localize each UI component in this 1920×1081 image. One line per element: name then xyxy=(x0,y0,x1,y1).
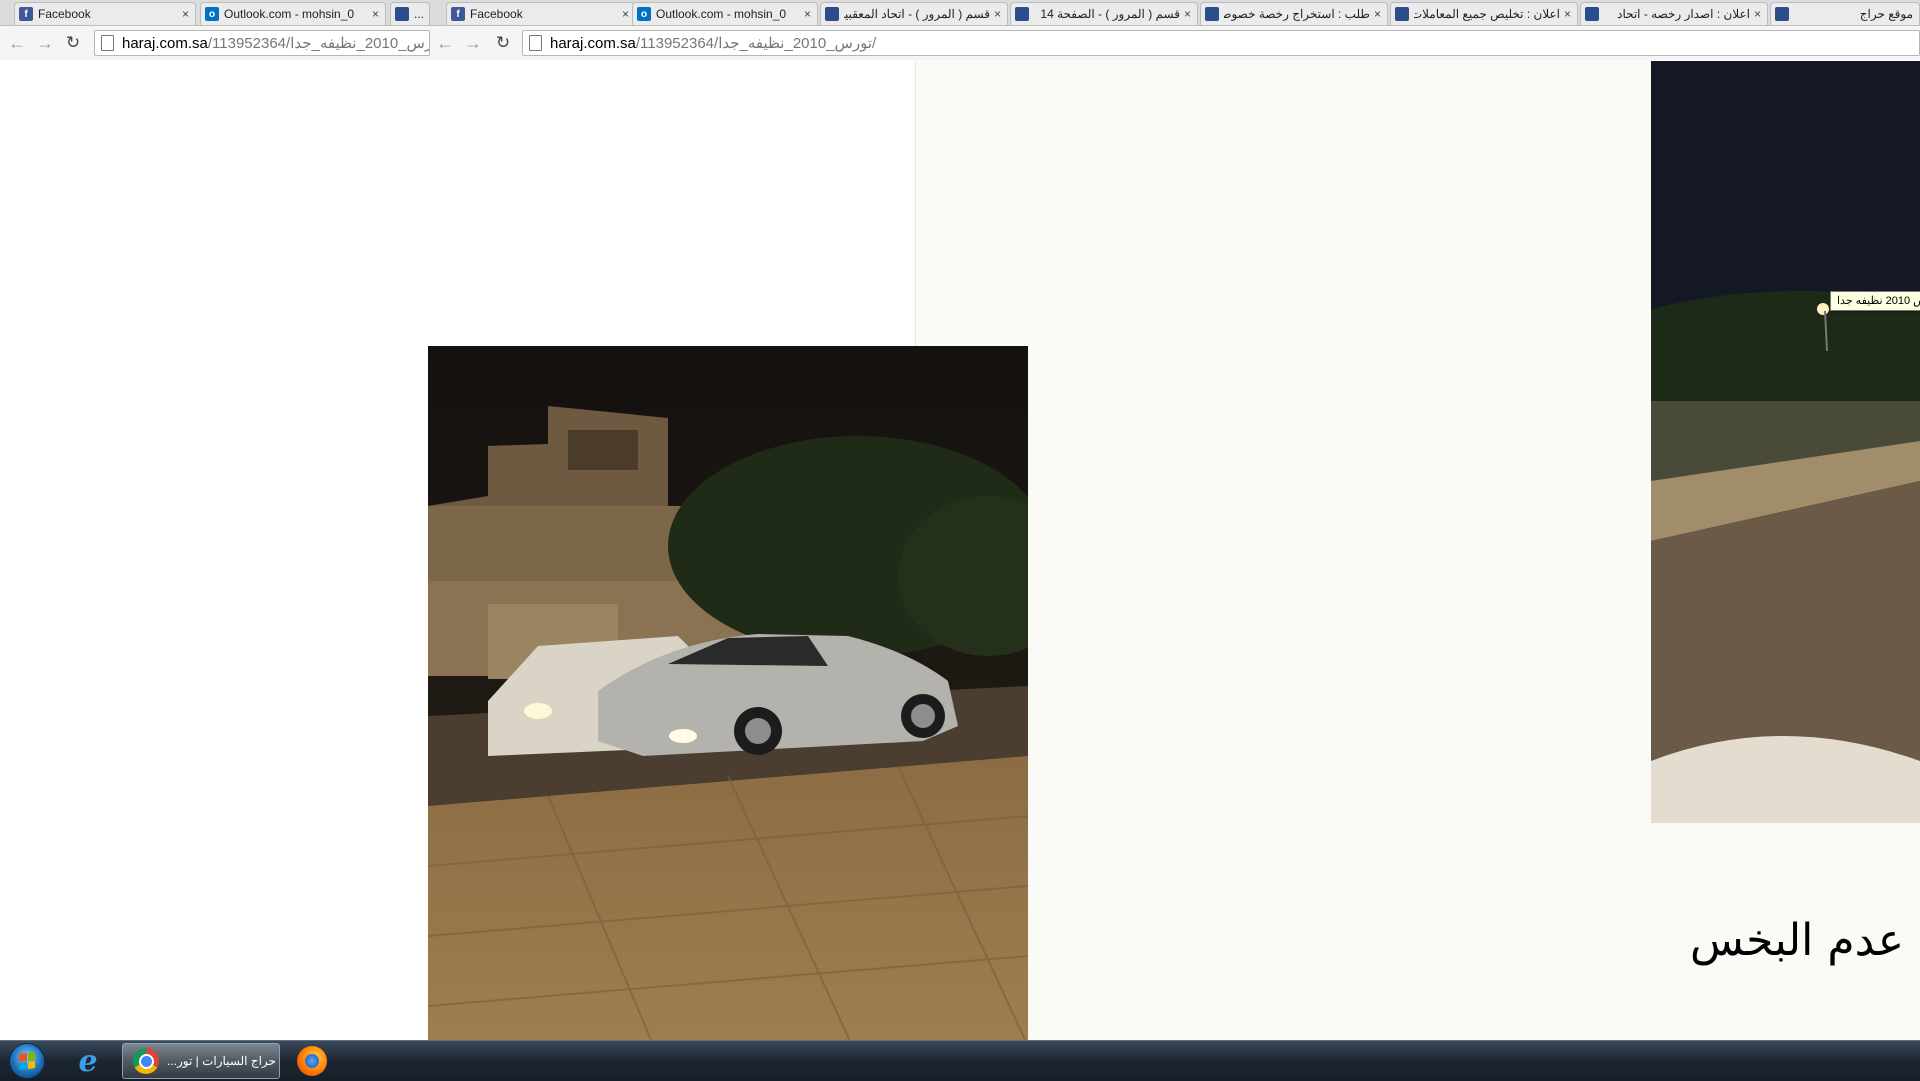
tab-strip: f Facebook × o Outlook.com - mohsin_0 × … xyxy=(430,0,1920,26)
url-host: haraj.com.sa xyxy=(550,34,636,52)
tab-haraj[interactable]: ... xyxy=(390,2,430,25)
start-button[interactable] xyxy=(4,1043,50,1079)
car-photo-main[interactable] xyxy=(428,346,1028,1080)
url-path: /113952364/تورس_2010_نظيفه_جدا/ xyxy=(635,35,877,52)
reload-icon[interactable]: ↻ xyxy=(492,32,514,54)
haraj-icon xyxy=(395,7,409,21)
close-icon[interactable]: × xyxy=(994,7,1001,21)
image-title-tooltip: تورس 2010 نظيفه جدا xyxy=(1830,291,1920,311)
toolbar: ← → ↻ haraj.com.sa /113952364/تورس_2010_… xyxy=(430,26,1920,60)
url-path: /113952364/تورس_2010_نظيفه_جدا/ xyxy=(207,35,430,52)
tab-title: اعلان : تخليص جميع المعاملات xyxy=(1414,7,1560,21)
haraj-icon xyxy=(1395,7,1409,21)
tab-title: موقع حراج xyxy=(1859,7,1913,21)
tab-outlook[interactable]: o Outlook.com - mohsin_0 × xyxy=(632,2,818,25)
tab-title: Facebook xyxy=(470,7,523,21)
tab-facebook[interactable]: f Facebook × xyxy=(446,2,636,25)
page-icon xyxy=(101,35,114,51)
tab-title: اعلان : اصدار رخصه - اتحاد xyxy=(1617,7,1750,21)
chrome-icon xyxy=(133,1048,159,1074)
tab-traffic-section[interactable]: قسم ( المرور ) - اتحاد المعقبين × xyxy=(820,2,1008,25)
outlook-icon: o xyxy=(205,7,219,21)
tab-outlook[interactable]: o Outlook.com - mohsin_0 × xyxy=(200,2,386,25)
close-icon[interactable]: × xyxy=(372,7,379,21)
tab-license-issue-ad[interactable]: اعلان : اصدار رخصه - اتحاد × xyxy=(1580,2,1768,25)
haraj-icon xyxy=(1775,7,1789,21)
haraj-icon xyxy=(1205,7,1219,21)
tab-strip: f Facebook × o Outlook.com - mohsin_0 × … xyxy=(0,0,430,26)
haraj-icon xyxy=(1585,7,1599,21)
reload-icon[interactable]: ↻ xyxy=(62,32,84,54)
tab-title: Facebook xyxy=(38,7,91,21)
outlook-icon: o xyxy=(637,7,651,21)
internet-explorer-icon[interactable]: e xyxy=(66,1043,110,1079)
facebook-icon: f xyxy=(19,7,33,21)
car-photo-side[interactable] xyxy=(1651,61,1920,823)
address-bar[interactable]: haraj.com.sa /113952364/تورس_2010_نظيفه_… xyxy=(94,30,430,56)
tab-title: Outlook.com - mohsin_0 xyxy=(224,7,355,21)
firefox-icon[interactable] xyxy=(292,1043,332,1079)
back-arrow-icon[interactable]: ← xyxy=(6,32,28,54)
close-icon[interactable]: × xyxy=(1184,7,1191,21)
forward-arrow-icon[interactable]: → xyxy=(34,32,56,54)
tab-title: قسم ( المرور ) - اتحاد المعقبين xyxy=(844,7,990,21)
close-icon[interactable]: × xyxy=(1564,7,1571,21)
close-icon[interactable]: × xyxy=(1374,7,1381,21)
close-icon[interactable]: × xyxy=(1754,7,1761,21)
browser-window-back: f Facebook × o Outlook.com - mohsin_0 × … xyxy=(0,0,431,60)
start-orb-icon xyxy=(9,1043,45,1079)
windows-taskbar: e حراج السيارات | تور... xyxy=(0,1040,1920,1081)
tab-title: قسم ( المرور ) - الصفحة 14 xyxy=(1040,7,1180,21)
haraj-icon xyxy=(825,7,839,21)
forward-arrow-icon[interactable]: → xyxy=(462,32,484,54)
close-icon[interactable]: × xyxy=(182,7,189,21)
tab-title: ... xyxy=(414,7,423,21)
tab-title: Outlook.com - mohsin_0 xyxy=(656,7,787,21)
url-host: haraj.com.sa xyxy=(122,34,208,52)
page-icon xyxy=(529,35,542,51)
haraj-icon xyxy=(1015,7,1029,21)
tab-license-request[interactable]: طلب : استخراج رخصة خصوصي × xyxy=(1200,2,1388,25)
taskbar-window-label: حراج السيارات | تور... xyxy=(167,1054,276,1068)
tab-haraj-site[interactable]: موقع حراج xyxy=(1770,2,1920,25)
tab-title: طلب : استخراج رخصة خصوصي xyxy=(1224,7,1370,21)
ad-body-text: على عدم البخس xyxy=(1690,915,1920,966)
tab-traffic-page-14[interactable]: قسم ( المرور ) - الصفحة 14 × xyxy=(1010,2,1198,25)
tab-transactions-ad[interactable]: اعلان : تخليص جميع المعاملات × xyxy=(1390,2,1578,25)
car-photo-side-image xyxy=(1651,61,1920,823)
facebook-icon: f xyxy=(451,7,465,21)
close-icon[interactable]: × xyxy=(804,7,811,21)
tab-facebook[interactable]: f Facebook × xyxy=(14,2,196,25)
close-icon[interactable]: × xyxy=(622,7,629,21)
car-photo-main-image xyxy=(428,346,1028,1080)
back-arrow-icon[interactable]: ← xyxy=(434,32,456,54)
toolbar: ← → ↻ haraj.com.sa /113952364/تورس_2010_… xyxy=(0,26,430,60)
browser-window-front: f Facebook × o Outlook.com - mohsin_0 × … xyxy=(430,0,1920,60)
taskbar-chrome-window[interactable]: حراج السيارات | تور... xyxy=(122,1043,280,1079)
address-bar[interactable]: haraj.com.sa /113952364/تورس_2010_نظيفه_… xyxy=(522,30,1920,56)
